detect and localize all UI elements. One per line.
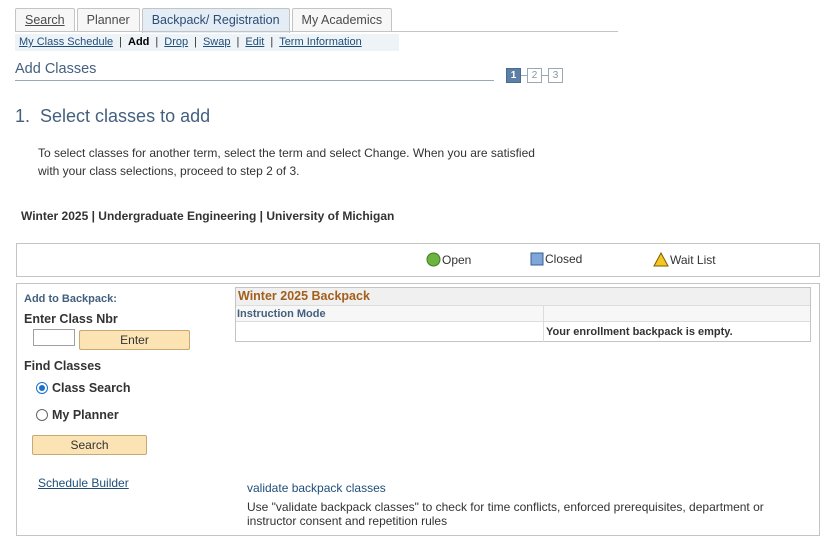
class-search-option[interactable]: Class Search bbox=[36, 381, 131, 395]
legend-wait-list: Wait List bbox=[653, 252, 716, 267]
nav-separator: | bbox=[270, 36, 274, 48]
blue-square-icon bbox=[530, 252, 544, 266]
nav-separator: | bbox=[155, 36, 159, 48]
legend-wait-list-label: Wait List bbox=[670, 252, 716, 267]
term-info: Winter 2025 | Undergraduate Engineering … bbox=[21, 209, 395, 223]
tab-bar: Search Planner Backpack/ Registration My… bbox=[15, 8, 394, 33]
nav-my-class-schedule[interactable]: My Class Schedule bbox=[19, 36, 113, 48]
tab-backpack-registration-label: Backpack/ Registration bbox=[151, 13, 280, 27]
column-divider bbox=[543, 305, 544, 342]
step-3-icon: 3 bbox=[548, 68, 563, 83]
tab-search[interactable]: Search bbox=[15, 8, 75, 31]
yellow-triangle-icon bbox=[653, 252, 669, 267]
class-search-radio[interactable] bbox=[36, 382, 48, 394]
tab-divider bbox=[15, 31, 618, 32]
nav-separator: | bbox=[119, 36, 123, 48]
tab-search-label: Search bbox=[25, 13, 65, 27]
search-button[interactable]: Search bbox=[32, 435, 147, 455]
legend-closed-label: Closed bbox=[545, 252, 583, 266]
my-planner-option[interactable]: My Planner bbox=[36, 408, 119, 422]
class-search-label: Class Search bbox=[52, 381, 131, 395]
nav-drop[interactable]: Drop bbox=[164, 36, 188, 48]
my-planner-radio[interactable] bbox=[36, 409, 48, 421]
step-2-icon: 2 bbox=[527, 68, 542, 83]
nav-term-information[interactable]: Term Information bbox=[279, 36, 362, 48]
legend-open-label: Open bbox=[442, 252, 472, 267]
tab-backpack-registration[interactable]: Backpack/ Registration bbox=[141, 8, 290, 33]
step-indicator: 1 2 3 bbox=[506, 68, 563, 83]
page-title: Add Classes bbox=[15, 61, 97, 77]
my-planner-label: My Planner bbox=[52, 408, 119, 422]
instructions-text: To select classes for another term, sele… bbox=[38, 146, 535, 178]
legend-closed: Closed bbox=[530, 252, 582, 266]
tab-my-academics[interactable]: My Academics bbox=[291, 8, 393, 31]
enter-class-nbr-label: Enter Class Nbr bbox=[24, 312, 118, 326]
schedule-builder-link[interactable]: Schedule Builder bbox=[38, 476, 129, 490]
nav-edit[interactable]: Edit bbox=[245, 36, 264, 48]
status-legend: Open Closed Wait List bbox=[16, 243, 820, 277]
class-nbr-input[interactable] bbox=[33, 329, 75, 346]
backpack-table: Winter 2025 Backpack Instruction Mode Yo… bbox=[235, 287, 811, 342]
backpack-title: Winter 2025 Backpack bbox=[236, 288, 810, 305]
enter-button[interactable]: Enter bbox=[79, 330, 190, 350]
nav-separator: | bbox=[236, 36, 240, 48]
add-to-backpack-label: Add to Backpack: bbox=[24, 293, 117, 305]
find-classes-label: Find Classes bbox=[24, 359, 102, 373]
validate-description: Use "validate backpack classes" to check… bbox=[247, 500, 764, 528]
legend-open: Open bbox=[426, 252, 471, 267]
backpack-empty-message: Your enrollment backpack is empty. bbox=[546, 326, 733, 338]
nav-swap[interactable]: Swap bbox=[203, 36, 231, 48]
backpack-header-row: Instruction Mode bbox=[236, 305, 810, 322]
instruction-mode-header: Instruction Mode bbox=[237, 308, 326, 320]
tab-my-academics-label: My Academics bbox=[301, 13, 383, 27]
nav-separator: | bbox=[194, 36, 197, 48]
green-circle-icon bbox=[426, 252, 441, 267]
step-title: 1. Select classes to add bbox=[15, 106, 211, 126]
step-1-icon: 1 bbox=[506, 68, 521, 83]
header-divider bbox=[15, 80, 494, 81]
nav-add: Add bbox=[128, 36, 150, 48]
validate-backpack-link[interactable]: validate backpack classes bbox=[247, 481, 386, 495]
tab-planner[interactable]: Planner bbox=[76, 8, 140, 31]
sub-navigation: My Class Schedule | Add | Drop | Swap | Edit | Ter… bbox=[15, 34, 399, 51]
tab-planner-label: Planner bbox=[86, 13, 130, 27]
